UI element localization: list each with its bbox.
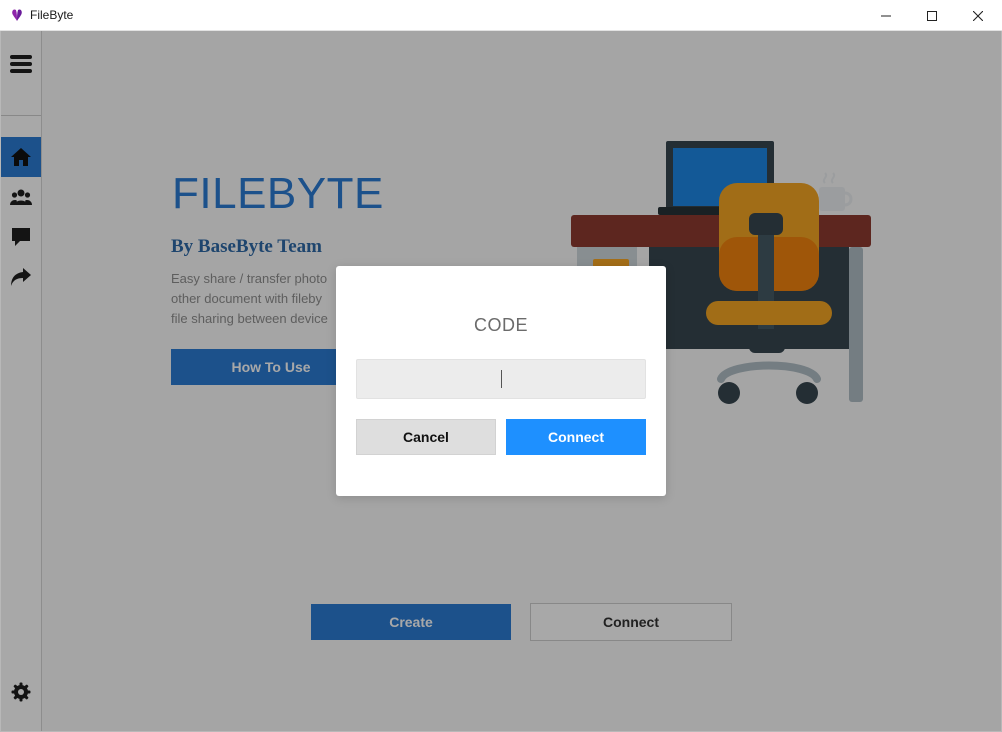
close-button[interactable] — [955, 0, 1001, 31]
minimize-icon — [881, 15, 891, 16]
dialog-title: CODE — [473, 315, 528, 335]
window-title: FileByte — [30, 8, 74, 22]
butterfly-logo-icon — [12, 9, 22, 21]
cancel-button[interactable]: Cancel — [356, 419, 496, 455]
maximize-icon — [927, 10, 937, 21]
code-input[interactable] — [356, 359, 646, 399]
code-dialog: CODE Cancel Connect — [336, 266, 666, 496]
minimize-button[interactable] — [863, 0, 909, 31]
text-caret — [501, 370, 502, 388]
dialog-connect-button[interactable]: Connect — [506, 419, 646, 455]
close-icon — [973, 10, 983, 21]
title-bar: FileByte — [0, 0, 1002, 31]
maximize-button[interactable] — [909, 0, 955, 31]
